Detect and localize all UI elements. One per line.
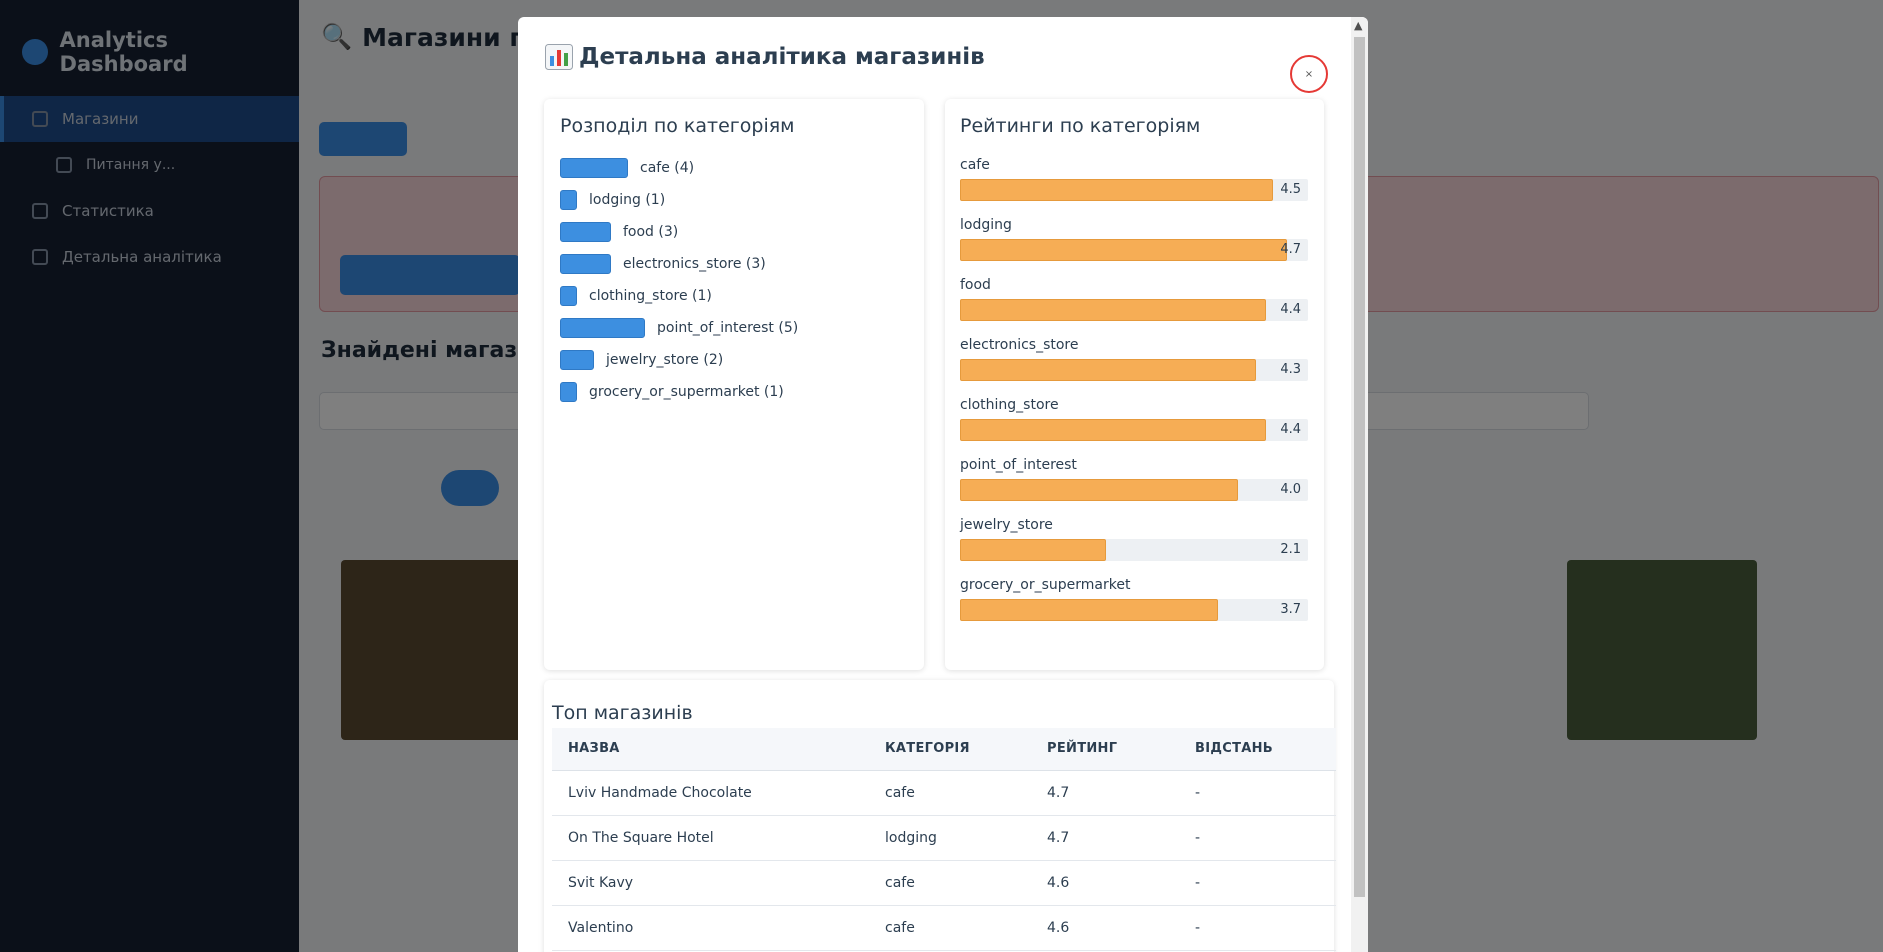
rating-category-label: food <box>960 277 991 293</box>
table-row[interactable]: Valentino cafe 4.6 - <box>552 905 1336 951</box>
rating-value: 4.5 <box>1280 182 1301 197</box>
rating-value: 4.4 <box>1280 422 1301 437</box>
column-header-name[interactable]: НАЗВА <box>552 728 869 771</box>
store-rating-cell: 4.6 <box>1031 905 1179 951</box>
distribution-item: grocery_or_supermarket (1) <box>560 381 784 403</box>
distribution-label: grocery_or_supermarket (1) <box>589 384 784 400</box>
distribution-bar <box>560 254 611 274</box>
category-ratings-panel: Рейтинги по категоріям cafe 4.5 lodging 4.7… <box>945 99 1324 670</box>
rating-bar-track: 4.4 <box>960 299 1308 321</box>
distribution-label: lodging (1) <box>589 192 666 208</box>
column-header-category[interactable]: КАТЕГОРІЯ <box>869 728 1031 771</box>
rating-bar-track: 4.3 <box>960 359 1308 381</box>
rating-category-label: jewelry_store <box>960 517 1053 533</box>
rating-category-label: lodging <box>960 217 1012 233</box>
column-header-distance[interactable]: ВІДСТАНЬ <box>1179 728 1336 771</box>
distribution-bar <box>560 286 577 306</box>
table-row[interactable]: Svit Kavy cafe 4.6 - <box>552 860 1336 906</box>
bar-chart-icon <box>545 44 573 70</box>
close-button[interactable]: × <box>1290 55 1328 93</box>
rating-bar-track: 4.5 <box>960 179 1308 201</box>
distribution-bar <box>560 350 594 370</box>
distribution-item: point_of_interest (5) <box>560 317 798 339</box>
distribution-item: lodging (1) <box>560 189 665 211</box>
category-distribution-panel: Розподіл по категоріям cafe (4) lodging (… <box>544 99 924 670</box>
store-distance-cell: - <box>1179 815 1336 861</box>
distribution-label: point_of_interest (5) <box>657 320 799 336</box>
rating-bar-track: 4.0 <box>960 479 1308 501</box>
distribution-bar <box>560 190 577 210</box>
distribution-item: electronics_store (3) <box>560 253 766 275</box>
distribution-bar <box>560 158 628 178</box>
table-row[interactable]: On The Square Hotel lodging 4.7 - <box>552 815 1336 861</box>
distribution-bar <box>560 318 645 338</box>
rating-bar-fill <box>960 479 1239 501</box>
distribution-title: Розподіл по категоріям <box>560 115 795 137</box>
rating-value: 3.7 <box>1280 602 1301 617</box>
rating-value: 4.7 <box>1280 242 1301 257</box>
rating-bar-track: 3.7 <box>960 599 1308 621</box>
store-category-cell: cafe <box>869 905 1031 951</box>
modal-scrollbar[interactable]: ▲ <box>1351 17 1368 952</box>
rating-category-label: clothing_store <box>960 397 1059 413</box>
store-distance-cell: - <box>1179 905 1336 951</box>
store-distance-cell: - <box>1179 860 1336 906</box>
rating-bar-track: 4.7 <box>960 239 1308 261</box>
rating-bar-fill <box>960 299 1267 321</box>
rating-bar-fill <box>960 359 1256 381</box>
ratings-title: Рейтинги по категоріям <box>960 115 1201 137</box>
rating-bar-fill <box>960 539 1107 561</box>
table-header-row: НАЗВА КАТЕГОРІЯ РЕЙТИНГ ВІДСТАНЬ <box>552 728 1336 771</box>
rating-category-label: cafe <box>960 157 990 173</box>
distribution-label: clothing_store (1) <box>589 288 712 304</box>
store-rating-cell: 4.6 <box>1031 860 1179 906</box>
column-header-rating[interactable]: РЕЙТИНГ <box>1031 728 1179 771</box>
distribution-bar <box>560 222 611 242</box>
rating-bar-fill <box>960 599 1218 621</box>
store-rating-cell: 4.7 <box>1031 815 1179 861</box>
distribution-item: jewelry_store (2) <box>560 349 723 371</box>
store-name-cell: On The Square Hotel <box>552 815 869 861</box>
rating-value: 2.1 <box>1280 542 1301 557</box>
rating-bar-fill <box>960 239 1288 261</box>
store-category-cell: lodging <box>869 815 1031 861</box>
distribution-item: cafe (4) <box>560 157 694 179</box>
scroll-up-arrow-icon[interactable]: ▲ <box>1354 19 1362 32</box>
rating-bar-track: 2.1 <box>960 539 1308 561</box>
scrollbar-thumb[interactable] <box>1354 37 1365 897</box>
rating-bar-fill <box>960 419 1267 441</box>
rating-category-label: point_of_interest <box>960 457 1077 473</box>
store-name-cell: Lviv Handmade Chocolate <box>552 770 869 816</box>
distribution-label: jewelry_store (2) <box>606 352 724 368</box>
top-stores-title: Топ магазинів <box>552 702 693 724</box>
store-category-cell: cafe <box>869 770 1031 816</box>
rating-category-label: electronics_store <box>960 337 1079 353</box>
store-name-cell: Svit Kavy <box>552 860 869 906</box>
store-name-cell: Valentino <box>552 905 869 951</box>
rating-bar-fill <box>960 179 1274 201</box>
rating-bar-track: 4.4 <box>960 419 1308 441</box>
rating-value: 4.4 <box>1280 302 1301 317</box>
store-rating-cell: 4.7 <box>1031 770 1179 816</box>
store-category-cell: cafe <box>869 860 1031 906</box>
rating-value: 4.3 <box>1280 362 1301 377</box>
distribution-label: food (3) <box>623 224 679 240</box>
store-distance-cell: - <box>1179 770 1336 816</box>
distribution-item: food (3) <box>560 221 678 243</box>
distribution-label: electronics_store (3) <box>623 256 766 272</box>
modal-title: Детальна аналітика магазинів <box>545 44 985 70</box>
distribution-item: clothing_store (1) <box>560 285 712 307</box>
distribution-bar <box>560 382 577 402</box>
rating-category-label: grocery_or_supermarket <box>960 577 1131 593</box>
distribution-label: cafe (4) <box>640 160 695 176</box>
rating-value: 4.0 <box>1280 482 1301 497</box>
table-row[interactable]: Lviv Handmade Chocolate cafe 4.7 - <box>552 770 1336 816</box>
top-stores-table: НАЗВА КАТЕГОРІЯ РЕЙТИНГ ВІДСТАНЬ Lviv Ha… <box>552 728 1336 951</box>
analytics-modal: Детальна аналітика магазинів × Розподіл … <box>518 17 1368 952</box>
